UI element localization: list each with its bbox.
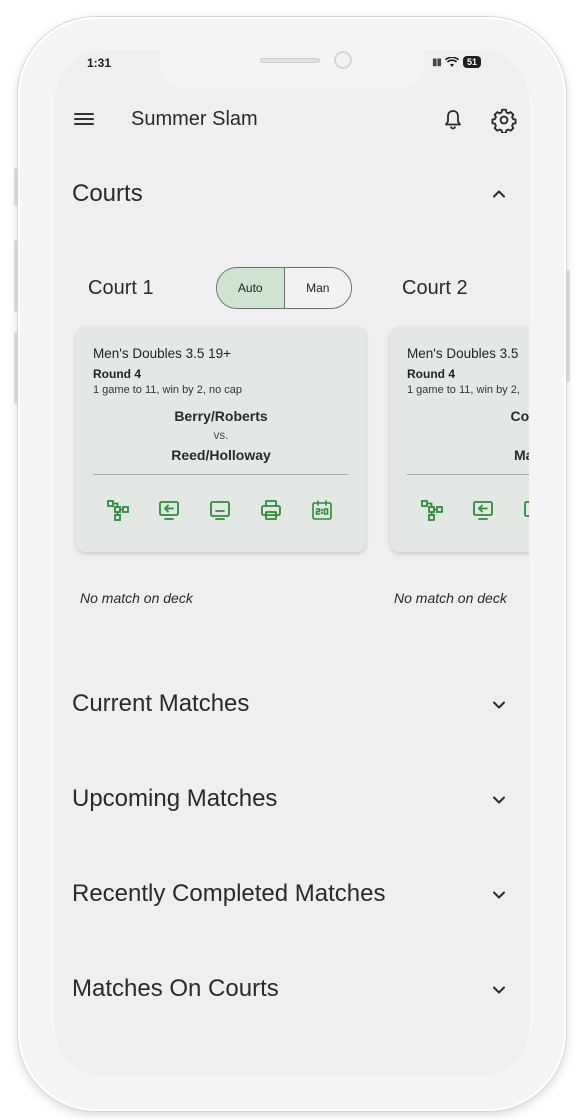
court-2-title: Court 2 [402, 277, 468, 299]
battery-indicator: 51 [462, 56, 481, 68]
team-b: Reed/Holloway [171, 447, 271, 463]
court-1-mode-toggle[interactable]: Auto Man [216, 267, 352, 309]
print-icon[interactable] [259, 498, 283, 522]
team-a: Cox/Ro [510, 408, 530, 424]
front-camera [334, 51, 352, 69]
court-1-match-card[interactable]: Men's Doubles 3.5 19+ Round 4 1 game to … [76, 326, 366, 552]
card-divider [407, 474, 529, 475]
move-match-icon[interactable] [471, 498, 495, 522]
recently-completed-section-title[interactable]: Recently Completed Matches [72, 880, 385, 908]
move-match-icon[interactable] [157, 498, 181, 522]
match-rules: 1 game to 11, win by 2, no cap [93, 384, 242, 396]
auto-mode-button[interactable]: Auto [217, 268, 285, 308]
phone-side-button [566, 270, 570, 382]
chevron-up-icon[interactable] [491, 186, 507, 202]
notch [160, 50, 424, 88]
bracket-icon[interactable] [420, 498, 444, 522]
page-title: Summer Slam [131, 108, 258, 130]
notifications-bell-icon[interactable] [441, 108, 465, 132]
wifi-icon [444, 56, 459, 67]
match-round: Round 4 [407, 367, 455, 381]
match-round: Round 4 [93, 367, 141, 381]
settings-gear-icon[interactable] [491, 107, 517, 133]
status-time: 1:31 [87, 56, 112, 70]
app-screen: 1:31 ▮▮ 51 Summer Slam Courts Court 1 Au… [55, 50, 529, 1076]
current-matches-section-title[interactable]: Current Matches [72, 690, 249, 718]
courts-section-title[interactable]: Courts [72, 180, 143, 208]
team-b: Martin [514, 447, 529, 463]
manual-mode-button[interactable]: Man [284, 268, 351, 308]
card-divider [93, 474, 348, 475]
match-rules: 1 game to 11, win by 2, [407, 384, 520, 396]
court-1-on-deck: No match on deck [80, 590, 193, 606]
court-2-match-card[interactable]: Men's Doubles 3.5 Round 4 1 game to 11, … [390, 326, 529, 552]
display-icon[interactable] [208, 498, 232, 522]
display-icon[interactable] [522, 498, 529, 522]
bracket-icon[interactable] [106, 498, 130, 522]
matches-on-courts-section-title[interactable]: Matches On Courts [72, 975, 279, 1003]
chevron-down-icon[interactable] [491, 792, 507, 808]
match-event: Men's Doubles 3.5 19+ [93, 346, 232, 361]
chevron-down-icon[interactable] [491, 982, 507, 998]
chevron-down-icon[interactable] [491, 697, 507, 713]
speaker [260, 58, 320, 63]
scoreboard-icon[interactable] [310, 498, 334, 522]
status-icons: ▮▮ 51 [432, 56, 481, 68]
signal-icon: ▮▮ [431, 56, 442, 68]
chevron-down-icon[interactable] [491, 887, 507, 903]
menu-icon[interactable] [74, 110, 94, 130]
court-2-on-deck: No match on deck [394, 590, 507, 606]
team-a: Berry/Roberts [174, 408, 268, 424]
court-1-title: Court 1 [88, 277, 154, 299]
app-bar: Summer Slam [55, 98, 529, 142]
match-event: Men's Doubles 3.5 [407, 346, 519, 361]
upcoming-matches-section-title[interactable]: Upcoming Matches [72, 785, 277, 813]
versus-label: vs. [213, 430, 229, 442]
versus-label: v [390, 430, 529, 442]
